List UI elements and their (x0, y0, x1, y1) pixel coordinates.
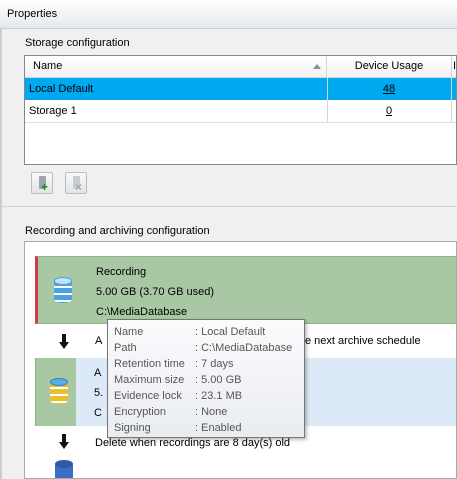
column-divider (451, 78, 452, 100)
column-header-name[interactable]: Name (25, 56, 327, 77)
tooltip-value: : C:\MediaDatabase (195, 342, 293, 354)
tooltip-value: : Enabled (195, 422, 242, 434)
arrow-down-icon (59, 434, 69, 450)
add-icon: + (41, 180, 49, 194)
tooltip-key: Maximum size (114, 374, 185, 386)
column-divider (451, 100, 452, 122)
left-border (0, 28, 2, 479)
delete-bin-icon (55, 460, 73, 478)
storage-section-label: Storage configuration (25, 37, 130, 49)
remove-storage-button[interactable]: × (65, 172, 87, 194)
device-usage-link[interactable]: 48 (327, 78, 451, 100)
table-header: Name Device Usage I (25, 56, 456, 78)
recording-size: 5.00 GB (3.70 GB used) (96, 286, 215, 298)
window-title: Properties (7, 8, 58, 20)
tooltip-key: Encryption (114, 406, 166, 418)
remove-icon: × (75, 180, 83, 194)
tooltip-value: : 7 days (195, 358, 234, 370)
storage-name-cell: Local Default (29, 83, 94, 95)
archive-size: 5. (94, 387, 104, 399)
archive-database-icon (50, 378, 68, 408)
arrow-down-icon (59, 334, 69, 350)
archive-step-suffix: e next archive schedule (305, 335, 421, 347)
table-row[interactable]: Local Default 48 (25, 78, 456, 100)
delete-step-text: Delete when recordings are 8 day(s) old (95, 437, 291, 449)
tooltip-key: Signing (114, 422, 151, 434)
tooltip-value: : None (195, 406, 228, 418)
archive-title: A (94, 367, 102, 379)
archive-step-prefix: A (95, 335, 103, 347)
tooltip-key: Evidence lock (114, 390, 182, 402)
tooltip-key: Name (114, 326, 144, 338)
column-header-truncated[interactable]: I (451, 56, 456, 77)
recording-section-label: Recording and archiving configuration (25, 225, 210, 237)
storage-details-tooltip: Name : Local Default Path : C:\MediaData… (107, 319, 305, 438)
column-header-device-usage[interactable]: Device Usage (327, 56, 452, 77)
recording-storage-block[interactable]: Recording 5.00 GB (3.70 GB used) C:\Medi… (35, 256, 456, 324)
storage-table: Name Device Usage I Local Default 48 Sto… (24, 55, 457, 165)
database-icon (54, 277, 72, 307)
storage-name-cell: Storage 1 (29, 105, 77, 117)
tooltip-key: Retention time (114, 358, 185, 370)
recording-title: Recording (96, 266, 147, 278)
archive-path: C (94, 407, 102, 419)
device-usage-link[interactable]: 0 (327, 100, 451, 122)
table-row[interactable]: Storage 1 0 (25, 100, 456, 123)
section-divider (0, 206, 457, 207)
tooltip-key: Path (114, 342, 137, 354)
title-bar: Properties (0, 0, 457, 29)
add-storage-button[interactable]: + (31, 172, 53, 194)
tooltip-value: : Local Default (195, 326, 266, 338)
sort-ascending-icon (313, 64, 321, 69)
tooltip-value: : 23.1 MB (195, 390, 243, 402)
tooltip-value: : 5.00 GB (195, 374, 242, 386)
